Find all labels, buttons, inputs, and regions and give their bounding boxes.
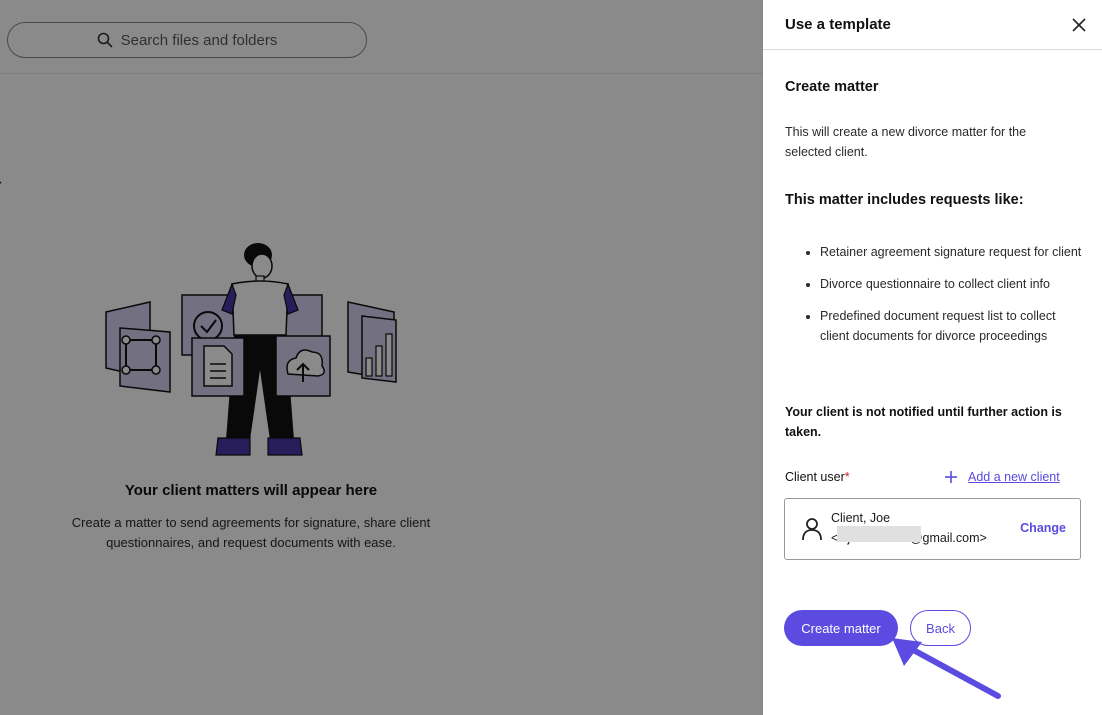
client-name: Client, Joe <box>831 511 891 525</box>
add-client-label: Add a new client <box>968 470 1060 484</box>
user-icon <box>802 518 822 541</box>
create-matter-button[interactable]: Create matter <box>784 610 898 646</box>
list-item: Retainer agreement signature request for… <box>820 242 1082 262</box>
create-matter-heading: Create matter <box>785 79 879 95</box>
close-icon <box>1072 17 1086 32</box>
list-item: Predefined document request list to coll… <box>820 306 1082 346</box>
panel-title: Use a template <box>785 16 891 33</box>
request-list: Retainer agreement signature request for… <box>802 242 1082 358</box>
client-user-label-text: Client user <box>785 470 845 484</box>
plus-icon <box>945 471 957 483</box>
selected-client-card: Client, Joe <wjwhool.com@gmail.com> Chan… <box>784 498 1081 560</box>
includes-heading: This matter includes requests like: <box>785 192 1024 208</box>
notification-notice: Your client is not notified until furthe… <box>785 405 1062 439</box>
panel-header: Use a template <box>763 0 1102 50</box>
close-button[interactable] <box>1070 16 1088 34</box>
add-client-link[interactable]: Add a new client <box>944 470 1060 484</box>
client-user-label: Client user* <box>785 470 850 484</box>
redaction-box <box>837 526 921 542</box>
panel-description: This will create a new divorce matter fo… <box>785 125 1027 159</box>
required-mark: * <box>844 470 850 484</box>
modal-overlay[interactable] <box>0 0 763 715</box>
change-client-button[interactable]: Change <box>1020 521 1066 535</box>
list-item: Divorce questionnaire to collect client … <box>820 274 1082 294</box>
annotation-arrow-icon <box>892 638 1001 699</box>
